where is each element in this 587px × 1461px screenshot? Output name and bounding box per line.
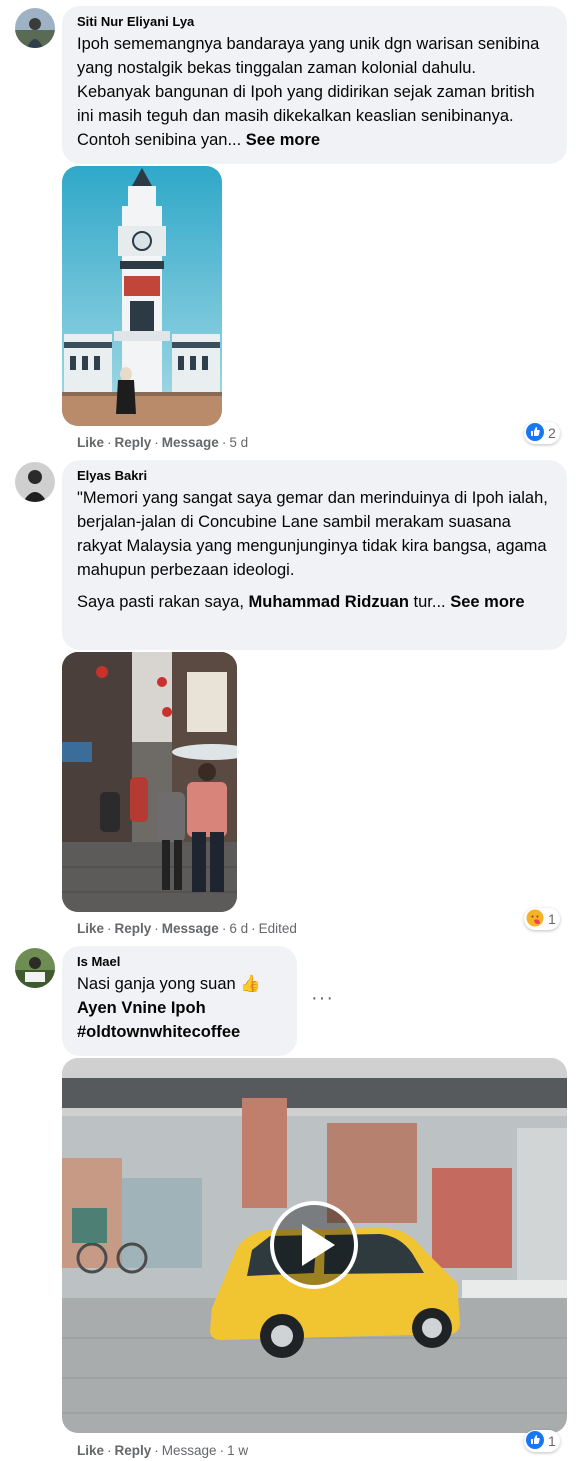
comment-bubble: Elyas Bakri "Memori yang sangat saya gem… [62, 460, 567, 650]
avatar[interactable] [15, 462, 55, 502]
reaction-count: 2 [548, 425, 556, 441]
comment-photo-concubine-lane[interactable] [62, 652, 237, 912]
like-reaction-icon [526, 422, 544, 444]
comment-author[interactable]: Elyas Bakri [77, 468, 552, 484]
message-button[interactable]: Message [162, 921, 219, 936]
like-reaction-icon [526, 1430, 544, 1452]
comment-text: Ipoh sememangnya bandaraya yang unik dgn… [77, 35, 540, 149]
comment-author[interactable]: Is Mael [77, 954, 282, 970]
timestamp[interactable]: 5 d [229, 435, 248, 450]
reaction-summary[interactable]: 2 [524, 422, 560, 444]
comment-text: Nasi ganja yong suan 👍 [77, 975, 261, 993]
comment-actions: Like · Reply · Message · 5 d [77, 435, 249, 450]
thumbs-up-emoji-icon: 👍 [240, 975, 261, 993]
comment-text-paragraph-2: Saya pasti rakan saya, Muhammad Ridzuan … [77, 593, 525, 611]
play-icon [270, 1201, 358, 1289]
like-button[interactable]: Like [77, 921, 104, 936]
comment-photo-clock-tower[interactable] [62, 166, 222, 426]
reaction-count: 1 [548, 911, 556, 927]
see-more-link[interactable]: See more [246, 131, 320, 149]
mention-link[interactable]: Ayen Vnine Ipoh [77, 999, 206, 1017]
timestamp[interactable]: 6 d [229, 921, 248, 936]
reaction-summary[interactable]: 1 [524, 1430, 560, 1452]
reaction-summary[interactable]: 1 [524, 908, 560, 930]
see-more-link[interactable]: See more [450, 593, 524, 611]
mention-link[interactable]: Muhammad Ridzuan [249, 593, 409, 611]
message-button[interactable]: Message [162, 1443, 217, 1458]
comment-author[interactable]: Siti Nur Eliyani Lya [77, 14, 552, 30]
edited-label[interactable]: Edited [259, 921, 297, 936]
reply-button[interactable]: Reply [115, 1443, 152, 1458]
hashtag-link[interactable]: #oldtownwhitecoffee [77, 1023, 240, 1041]
message-button[interactable]: Message [162, 435, 219, 450]
comment-bubble: Is Mael Nasi ganja yong suan 👍 Ayen Vnin… [62, 946, 297, 1056]
comment-actions: Like · Reply · Message · 6 d · Edited [77, 921, 297, 936]
avatar[interactable] [15, 8, 55, 48]
more-options-icon[interactable]: ··· [311, 987, 334, 1010]
comment-text: "Memori yang sangat saya gemar dan merin… [77, 489, 548, 579]
avatar[interactable] [15, 948, 55, 988]
comment-actions: Like · Reply · Message · 1 w [77, 1443, 249, 1458]
reply-button[interactable]: Reply [115, 921, 152, 936]
comment-video-mural[interactable] [62, 1058, 567, 1433]
care-reaction-icon [526, 909, 544, 930]
timestamp[interactable]: 1 w [227, 1443, 248, 1458]
like-button[interactable]: Like [77, 435, 104, 450]
reply-button[interactable]: Reply [115, 435, 152, 450]
comment-bubble: Siti Nur Eliyani Lya Ipoh sememangnya ba… [62, 6, 567, 164]
reaction-count: 1 [548, 1433, 556, 1449]
like-button[interactable]: Like [77, 1443, 104, 1458]
